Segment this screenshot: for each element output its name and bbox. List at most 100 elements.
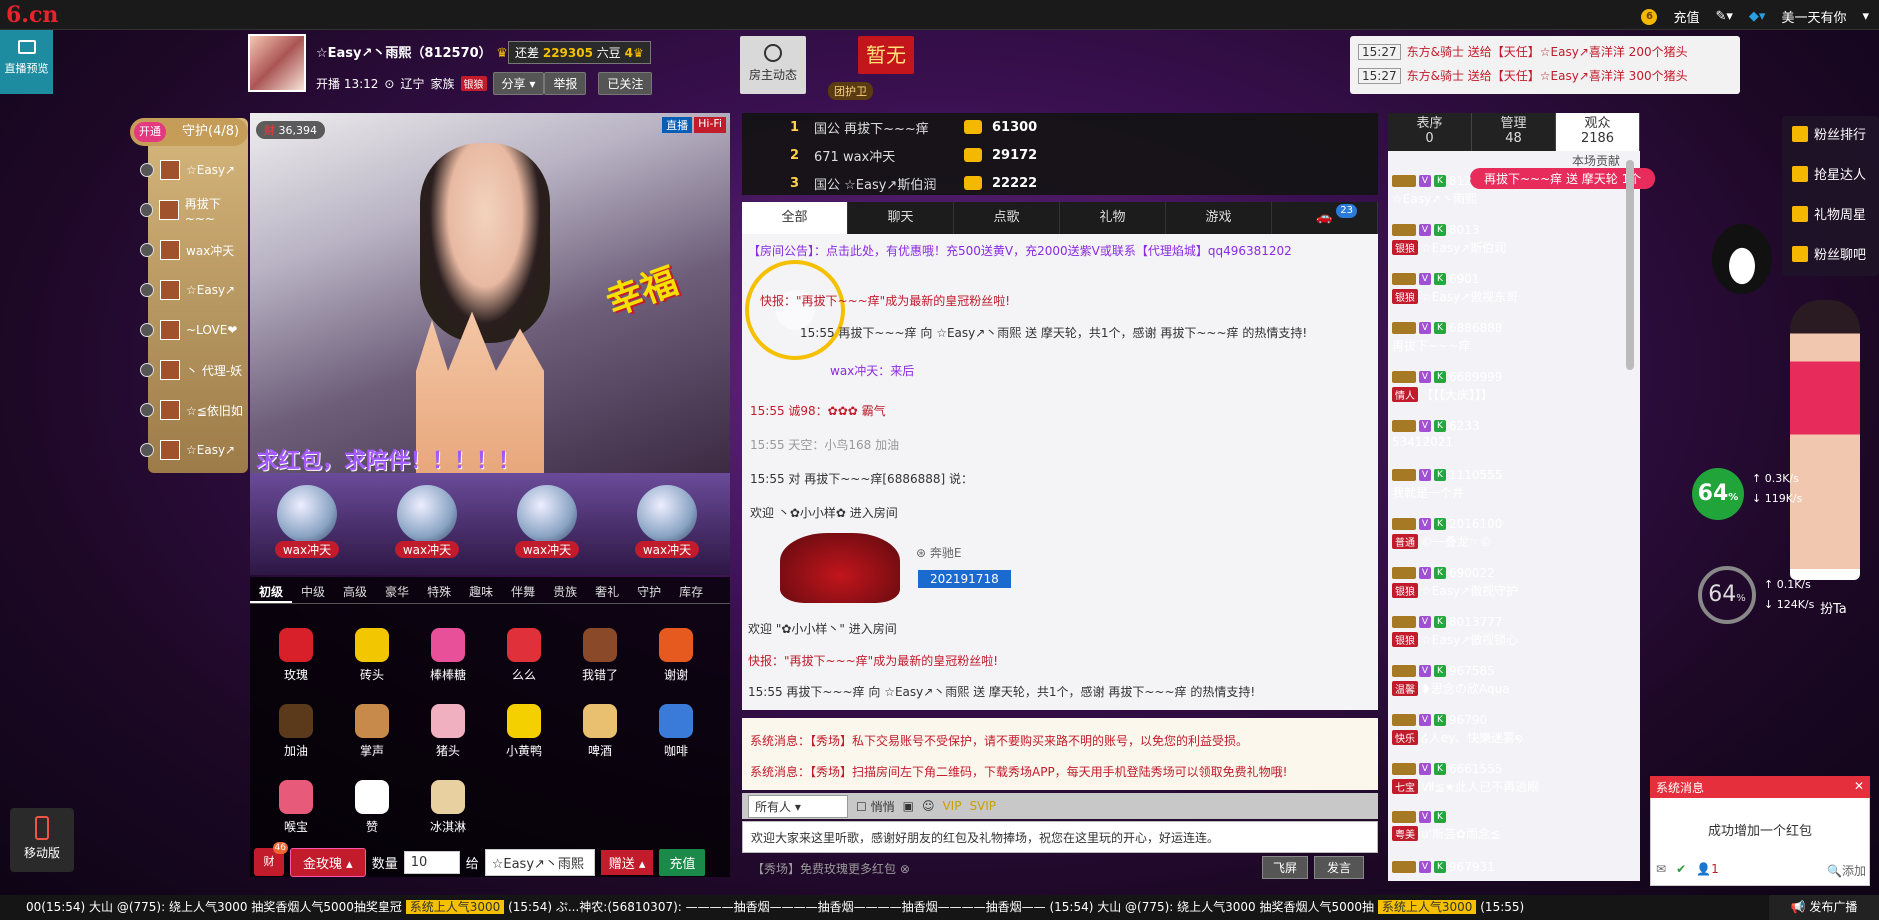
coin-icon[interactable]: 6 bbox=[1641, 8, 1658, 25]
tab-queue[interactable]: 表序 0 bbox=[1388, 113, 1472, 151]
fan-rank-button[interactable]: 粉丝排行 bbox=[1792, 124, 1866, 143]
guard-slot[interactable]: 暂无 bbox=[858, 36, 914, 74]
seat[interactable]: wax冲天 bbox=[386, 485, 468, 563]
give-button[interactable]: 赠送 ▴ bbox=[600, 849, 654, 875]
fly-screen-button[interactable]: 飞屏 bbox=[1262, 856, 1309, 879]
car-tab[interactable]: 🚗 23 bbox=[1272, 202, 1378, 234]
gift-item[interactable]: 咖啡 bbox=[638, 704, 714, 776]
gift-item[interactable]: 玫瑰 bbox=[258, 628, 334, 700]
add-button[interactable]: 🔍添加 bbox=[1827, 862, 1866, 879]
contribution-label[interactable]: 本场贡献 bbox=[1572, 152, 1620, 169]
gift-item[interactable]: 喉宝 bbox=[258, 780, 334, 852]
recipient-select[interactable]: 所有人 ▾ bbox=[748, 794, 848, 818]
chat-tab-song[interactable]: 点歌 bbox=[954, 202, 1060, 234]
audience-row[interactable]: V K 粤美 u'斯芸✿雨念≦ bbox=[1392, 811, 1628, 842]
image-icon[interactable]: ▣ bbox=[903, 799, 914, 813]
car-owner-id[interactable]: 202191718 bbox=[918, 570, 1011, 588]
guard-member[interactable]: 丶 代理-妖 bbox=[140, 356, 248, 384]
audience-row[interactable]: V K 8013 银狼 ☆Easy↗斯伯润 bbox=[1392, 223, 1628, 256]
chat-tab-all[interactable]: 全部 bbox=[742, 202, 848, 234]
edit-icon[interactable]: ✎▾ bbox=[1716, 9, 1733, 24]
close-icon[interactable]: ✕ bbox=[1854, 779, 1864, 793]
guard-open-button[interactable]: 开通 bbox=[134, 122, 166, 142]
gift-item[interactable]: 棒棒糖 bbox=[410, 628, 486, 700]
vip-icon[interactable]: VIP bbox=[942, 799, 961, 813]
site-logo[interactable]: 6.cn bbox=[6, 2, 58, 28]
chat-tab-chat[interactable]: 聊天 bbox=[848, 202, 954, 234]
live-preview-tab[interactable]: 直播预览 bbox=[0, 30, 53, 94]
gift-tab[interactable]: 高级 bbox=[334, 580, 376, 603]
dress-up-label[interactable]: 扮Ta bbox=[1820, 598, 1847, 617]
guard-member[interactable]: ☆Easy↗ bbox=[140, 436, 248, 464]
audience-row[interactable]: V K 690022 银狼 ☆Easy↗傲视守护 bbox=[1392, 566, 1628, 599]
gift-item[interactable]: 啤酒 bbox=[562, 704, 638, 776]
audience-row[interactable]: V K 967931 bbox=[1392, 860, 1628, 876]
gift-item[interactable]: 赞 bbox=[334, 780, 410, 852]
seat[interactable]: wax冲天 bbox=[266, 485, 348, 563]
gift-tab[interactable]: 中级 bbox=[292, 580, 334, 603]
gift-tab[interactable]: 贵族 bbox=[544, 580, 586, 603]
gift-tab[interactable]: 初级 bbox=[250, 580, 293, 603]
recharge-button[interactable]: 充值 bbox=[659, 848, 706, 876]
gift-item[interactable]: 猪头 bbox=[410, 704, 486, 776]
chat-tab-game[interactable]: 游戏 bbox=[1166, 202, 1272, 234]
audience-row[interactable]: V K 2016100 普通 ©一叠龙☞© bbox=[1392, 517, 1628, 550]
gift-tab[interactable]: 豪华 bbox=[376, 580, 418, 603]
emoji-icon[interactable]: ☺ bbox=[922, 799, 935, 813]
user-menu[interactable]: 美一天有你 bbox=[1781, 7, 1846, 26]
audience-row[interactable]: V K 6233 53412021 bbox=[1392, 419, 1628, 449]
follow-button[interactable]: 已关注 bbox=[598, 72, 653, 95]
gift-weekly-button[interactable]: 礼物周星 bbox=[1792, 204, 1866, 223]
publish-broadcast-button[interactable]: 📢 发布广播 bbox=[1769, 895, 1879, 920]
gift-tab[interactable]: 奢礼 bbox=[586, 580, 628, 603]
star-hunter-button[interactable]: 抢星达人 bbox=[1792, 164, 1866, 183]
gift-item[interactable]: 谢谢 bbox=[638, 628, 714, 700]
gift-tab[interactable]: 伴舞 bbox=[502, 580, 544, 603]
guard-member[interactable]: ~LOVE❤ bbox=[140, 316, 248, 344]
gift-tab[interactable]: 趣味 bbox=[460, 580, 502, 603]
audience-scrollbar[interactable] bbox=[1626, 160, 1634, 370]
rank-row[interactable]: 3 国公 ☆Easy↗斯伯润 22222 bbox=[790, 170, 1037, 196]
guard-member[interactable]: ☆≦依旧如 bbox=[140, 396, 248, 424]
gift-item[interactable]: 么么 bbox=[486, 628, 562, 700]
guard-member[interactable]: wax冲天 bbox=[140, 236, 248, 264]
audience-row[interactable]: V K 967585 温馨 ❥思念の欣Aqua bbox=[1392, 664, 1628, 697]
seat[interactable]: wax冲天 bbox=[506, 485, 588, 563]
rank-row[interactable]: 2 671 wax冲天 29172 bbox=[790, 142, 1037, 168]
gift-tab[interactable]: 特殊 bbox=[418, 580, 460, 603]
report-button[interactable]: 举报 bbox=[544, 72, 587, 95]
send-message-button[interactable]: 发言 bbox=[1314, 856, 1365, 879]
video-player[interactable]: 财 36,394 直播 Hi-Fi 幸福 求红包，求陪伴！！！！！ bbox=[250, 113, 730, 473]
user-icon[interactable]: 👤1 bbox=[1696, 862, 1719, 879]
recipient-input[interactable]: ☆Easy↗丶雨熙 bbox=[484, 848, 595, 876]
chat-tab-gift[interactable]: 礼物 bbox=[1060, 202, 1166, 234]
gift-tab[interactable]: 守护 bbox=[628, 580, 670, 603]
close-icon[interactable]: ⊗ bbox=[900, 862, 910, 876]
gift-item[interactable]: 我错了 bbox=[562, 628, 638, 700]
chevron-down-icon[interactable]: ▾ bbox=[1862, 9, 1869, 24]
audience-row[interactable]: V K 1110555 我就是一个井 bbox=[1392, 468, 1628, 501]
check-icon[interactable]: ✔ bbox=[1676, 862, 1686, 879]
svip-icon[interactable]: SVIP bbox=[969, 799, 996, 813]
anchor-avatar[interactable] bbox=[248, 34, 306, 92]
wealth-button[interactable]: 财 46 bbox=[254, 842, 288, 876]
guard-member[interactable]: 再拔下~~~ bbox=[140, 196, 248, 226]
recharge-link[interactable]: 充值 bbox=[1673, 7, 1699, 26]
share-button[interactable]: 分享 ▾ bbox=[492, 72, 545, 95]
rank-row[interactable]: 1 国公 再拔下~~~痒 61300 bbox=[790, 114, 1037, 140]
host-dynamic-button[interactable]: 房主动态 bbox=[740, 36, 806, 94]
tab-admin[interactable]: 管理 48 bbox=[1472, 113, 1556, 151]
family-tag[interactable]: 银狼 bbox=[460, 76, 487, 91]
guard-member[interactable]: ☆Easy↗ bbox=[140, 156, 248, 184]
gift-item[interactable]: 加油 bbox=[258, 704, 334, 776]
gift-tab[interactable]: 库存 bbox=[670, 580, 712, 603]
audience-row[interactable]: V K 6689999 情人 【【【大庆】】】 bbox=[1392, 370, 1628, 403]
audience-row[interactable]: V K 6901 银狼 ☆Easy↗傲视东哥 bbox=[1392, 272, 1628, 305]
gift-item[interactable]: 小黄鸭 bbox=[486, 704, 562, 776]
gift-item[interactable]: 掌声 bbox=[334, 704, 410, 776]
fan-chat-button[interactable]: 粉丝聊吧 bbox=[1792, 244, 1866, 263]
private-checkbox[interactable]: ☐ 悄悄 bbox=[856, 798, 895, 815]
audience-row[interactable]: V K 8013777 银狼 ☆Easy↗傲视锁心 bbox=[1392, 615, 1628, 648]
audience-row[interactable]: V K 812 ☆Easy↗丶雨熙 bbox=[1392, 174, 1628, 207]
gift-item[interactable]: 砖头 bbox=[334, 628, 410, 700]
